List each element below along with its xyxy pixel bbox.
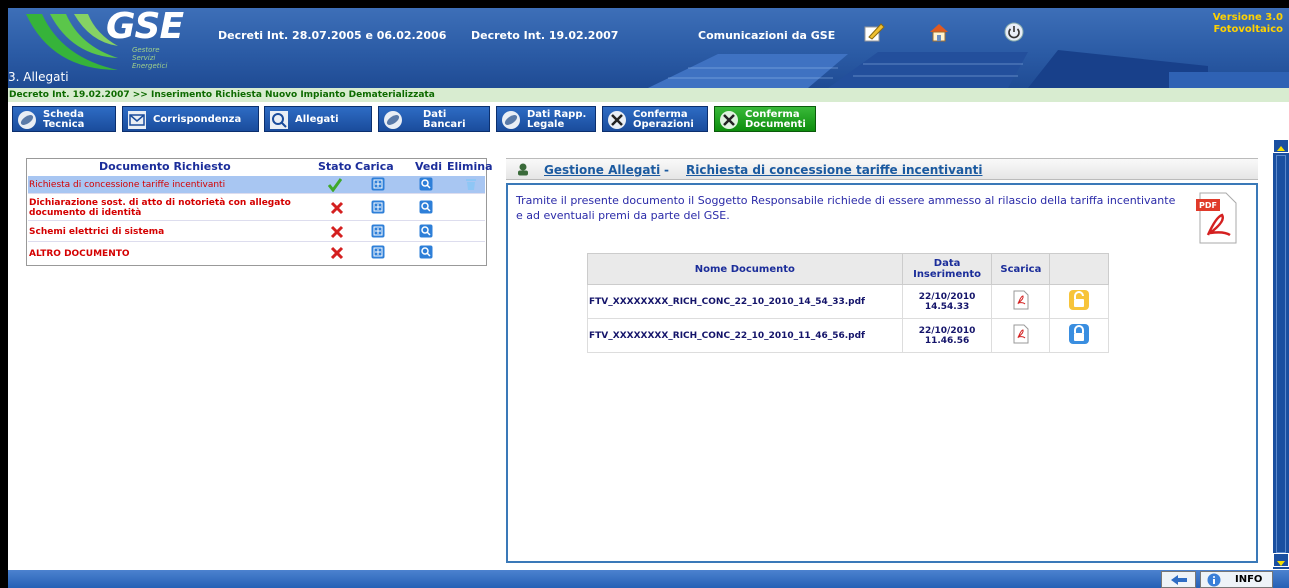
document-label[interactable]: ALTRO DOCUMENTO: [29, 249, 130, 259]
panel-title-richiesta[interactable]: Richiesta di concessione tariffe incenti…: [686, 163, 982, 177]
attachments-table: Nome Documento Data Inserimento Scarica F…: [587, 253, 1109, 353]
satellite-icon: [384, 111, 402, 129]
satellite-icon: [18, 111, 36, 129]
attachment-search-icon: [270, 111, 288, 129]
tab-scheda-tecnica[interactable]: Scheda Tecnica: [12, 106, 116, 132]
info-icon: [1207, 573, 1221, 587]
column-header-stato: Stato: [318, 160, 352, 173]
tab-corrispondenza[interactable]: Corrispondenza: [122, 106, 259, 132]
satellite-icon: [502, 111, 520, 129]
file-name: FTV_XXXXXXXX_RICH_CONC_22_10_2010_11_46_…: [587, 318, 903, 353]
power-icon[interactable]: [1003, 21, 1025, 43]
tab-conferma-documenti[interactable]: Conferma Documenti: [714, 106, 816, 132]
delete-icon[interactable]: [464, 177, 478, 191]
section-title: 3. Allegati: [8, 70, 69, 84]
info-label: INFO: [1235, 574, 1263, 585]
cross-icon: [330, 201, 344, 215]
document-label[interactable]: Schemi elettrici di sistema: [29, 227, 164, 237]
column-header-nome: Nome Documento: [587, 253, 903, 285]
column-header-documento: Documento Richiesto: [99, 160, 231, 173]
nav-link-comunicazioni[interactable]: Comunicazioni da GSE: [698, 29, 835, 42]
table-row: FTV_XXXXXXXX_RICH_CONC_22_10_2010_14_54_…: [587, 284, 1109, 319]
lock-cell: [1049, 318, 1109, 353]
view-icon[interactable]: [419, 245, 433, 259]
scrollbar-thumb[interactable]: [1276, 155, 1286, 553]
column-header-lock: [1049, 253, 1109, 285]
column-header-carica: Carica: [355, 160, 394, 173]
nav-link-decreti-2005[interactable]: Decreti Int. 28.07.2005 e 06.02.2006: [218, 29, 446, 42]
app-window: GSE Gestore Servizi Energetici Decreti I…: [8, 8, 1289, 588]
arrow-down-icon: [1277, 561, 1285, 566]
table-row: FTV_XXXXXXXX_RICH_CONC_22_10_2010_11_46_…: [587, 318, 1109, 353]
view-icon[interactable]: [419, 177, 433, 191]
panel-title-separator: -: [664, 163, 669, 177]
logo-text: GSE: [106, 8, 184, 47]
upload-icon[interactable]: [371, 245, 385, 259]
view-icon[interactable]: [419, 224, 433, 238]
upload-icon[interactable]: [371, 224, 385, 238]
column-header-vedi: Vedi: [415, 160, 443, 173]
back-button[interactable]: [1161, 571, 1196, 588]
arrow-up-icon: [1277, 146, 1285, 151]
tools-icon: [608, 111, 626, 129]
insert-date: 22/10/2010 14.54.33: [901, 284, 993, 319]
document-label[interactable]: Richiesta di concessione tariffe incenti…: [29, 180, 225, 190]
footer-bar: [8, 570, 1289, 588]
lock-closed-icon[interactable]: [1068, 323, 1090, 345]
lock-open-icon[interactable]: [1068, 289, 1090, 311]
user-icon: [518, 163, 528, 176]
info-button[interactable]: INFO: [1200, 571, 1273, 588]
envelope-icon: [128, 111, 146, 129]
tab-dati-rapp-legale[interactable]: Dati Rapp. Legale: [496, 106, 596, 132]
header-strip: [1169, 72, 1289, 88]
pdf-download-icon[interactable]: [1013, 290, 1029, 310]
nav-link-decreto-2007[interactable]: Decreto Int. 19.02.2007: [471, 29, 618, 42]
version-label: Versione 3.0 Fotovoltaico: [1212, 12, 1283, 35]
document-description: Tramite il presente documento il Soggett…: [516, 194, 1176, 222]
pdf-download-icon[interactable]: [1013, 324, 1029, 344]
document-row[interactable]: Dichiarazione sost. di atto di notorietà…: [28, 195, 485, 221]
upload-icon[interactable]: [371, 200, 385, 214]
attachments-panel: Gestione Allegati - Richiesta di concess…: [506, 158, 1258, 565]
document-row[interactable]: ALTRO DOCUMENTO: [28, 243, 485, 263]
column-header-data: Data Inserimento: [901, 253, 993, 285]
tab-allegati[interactable]: Allegati: [264, 106, 372, 132]
tools-icon: [720, 111, 738, 129]
panel-content: Tramite il presente documento il Soggett…: [506, 183, 1258, 563]
required-documents-table: Documento Richiesto Stato Carica Vedi El…: [26, 158, 493, 266]
document-label[interactable]: Dichiarazione sost. di atto di notorietà…: [29, 198, 314, 218]
document-row[interactable]: Schemi elettrici di sistema: [28, 222, 485, 242]
upload-icon[interactable]: [371, 177, 385, 191]
cross-icon: [330, 246, 344, 260]
pdf-icon[interactable]: PDF: [1196, 191, 1238, 245]
logo-subtitle: Gestore Servizi Energetici: [132, 46, 168, 70]
lock-cell: [1049, 284, 1109, 319]
insert-date: 22/10/2010 11.46.56: [901, 318, 993, 353]
document-row[interactable]: Richiesta di concessione tariffe incenti…: [28, 176, 485, 194]
home-icon[interactable]: [928, 21, 950, 43]
view-icon[interactable]: [419, 200, 433, 214]
file-name: FTV_XXXXXXXX_RICH_CONC_22_10_2010_14_54_…: [587, 284, 903, 319]
column-header-elimina: Elimina: [447, 160, 493, 173]
breadcrumb: Decreto Int. 19.02.2007 >> Inserimento R…: [8, 88, 1289, 102]
edit-icon[interactable]: [863, 21, 885, 43]
panel-title-bar: Gestione Allegati - Richiesta di concess…: [506, 158, 1258, 180]
panel-title-gestione[interactable]: Gestione Allegati: [544, 163, 660, 177]
header: GSE Gestore Servizi Energetici Decreti I…: [8, 8, 1289, 88]
pdf-badge-label: PDF: [1199, 201, 1217, 210]
cross-icon: [330, 225, 344, 239]
solar-panels-banner: [648, 50, 1208, 88]
scroll-down-button[interactable]: [1273, 553, 1289, 567]
tab-dati-bancari[interactable]: Dati Bancari: [378, 106, 490, 132]
tab-bar: Scheda Tecnica Corrispondenza Allegati Da…: [8, 102, 1289, 139]
download-cell: [991, 284, 1051, 319]
tab-conferma-operazioni[interactable]: Conferma Operazioni: [602, 106, 708, 132]
back-arrow-icon: [1171, 575, 1187, 585]
scroll-up-button[interactable]: [1273, 139, 1289, 153]
download-cell: [991, 318, 1051, 353]
checkmark-icon: [328, 178, 342, 192]
column-header-scarica: Scarica: [991, 253, 1051, 285]
